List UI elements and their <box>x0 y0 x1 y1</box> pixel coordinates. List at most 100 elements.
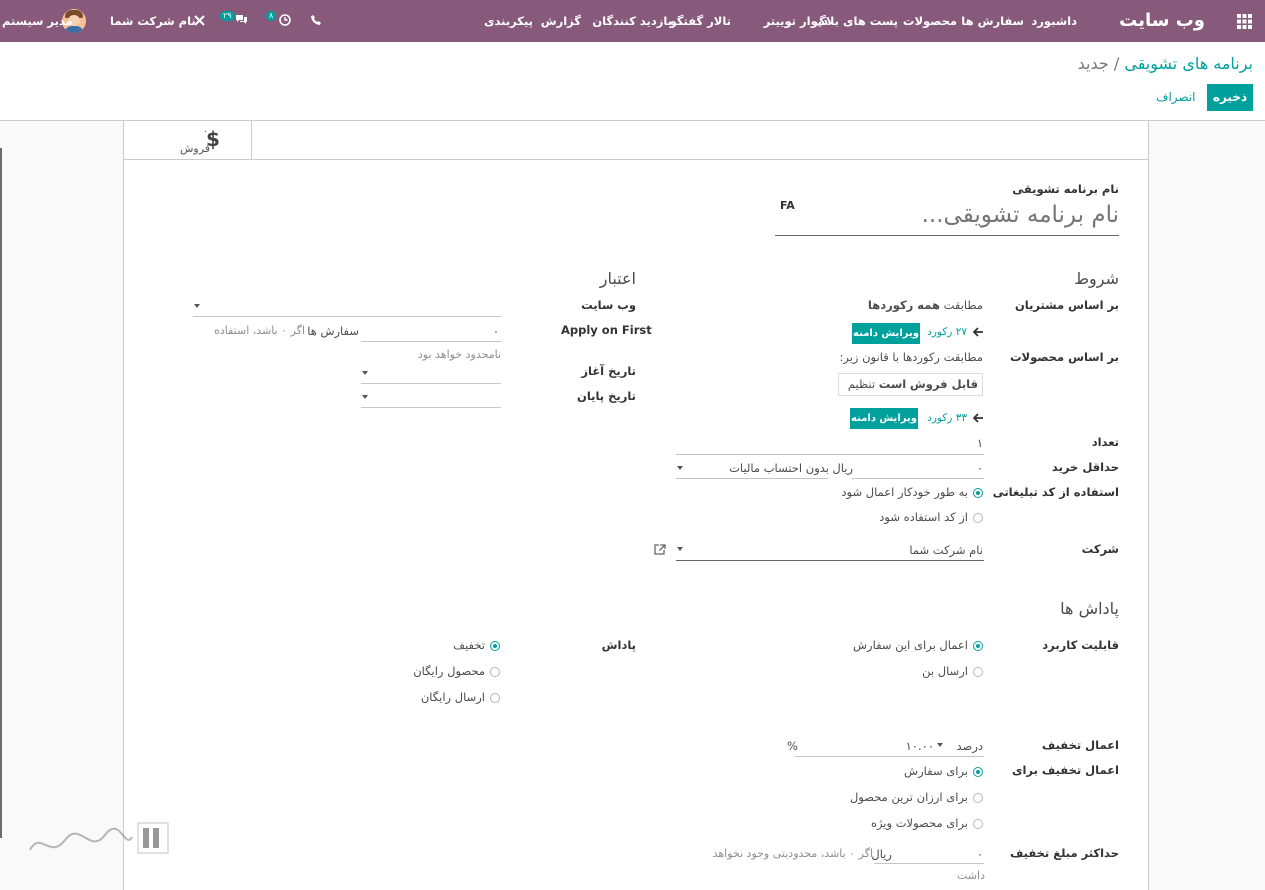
activity-badge: ۸ <box>266 11 277 21</box>
company-switcher[interactable]: نام شرکت شما <box>110 0 196 42</box>
menu-dashboard[interactable]: داشبورد <box>1031 0 1077 42</box>
company-caret <box>677 547 683 551</box>
discount-apply-label: اعمال تخفیف <box>1041 738 1119 752</box>
discount-on-specific-radio[interactable] <box>973 819 983 829</box>
start-date-underline <box>361 383 501 384</box>
reward-free-product-label: محصول رایگان <box>413 664 485 678</box>
products-domain-rule: قابل فروش است تنظیم <box>838 373 983 396</box>
activity-menu[interactable]: ۸ <box>266 0 277 42</box>
button-box-border <box>124 159 1148 160</box>
promo-auto-label: به طور خودکار اعمال شود <box>841 485 968 499</box>
messages-badge: ۲۹ <box>220 11 235 21</box>
products-records-link[interactable]: ۳۳ رکورد <box>927 412 967 424</box>
max-discount-label: حداکثر مبلغ تخفیف <box>1009 846 1119 860</box>
program-name-input[interactable] <box>776 197 1119 233</box>
breadcrumb-current: جدید <box>1077 54 1109 73</box>
promo-auto-radio[interactable] <box>973 488 983 498</box>
start-date-caret[interactable] <box>362 371 368 375</box>
app-brand: وب سایت <box>1119 10 1205 31</box>
discount-on-specific-label: برای محصولات ویژه <box>870 816 968 830</box>
apply-current-order-radio[interactable] <box>973 641 983 651</box>
customers-domain-text: مطابقت همه رکوردها <box>867 298 983 312</box>
discount-underline <box>795 756 984 757</box>
breadcrumb-parent[interactable]: برنامه های تشویقی <box>1124 54 1253 73</box>
program-name-underline <box>775 235 1119 236</box>
website-label: وب سایت <box>581 298 636 312</box>
menu-forum[interactable]: تالار گفتگو <box>670 0 731 42</box>
menu-visitors[interactable]: بازدید کنندگان <box>592 0 672 42</box>
products-label: بر اساس محصولات <box>1010 350 1119 364</box>
company-label: شرکت <box>1081 542 1119 556</box>
end-date-label: تاریخ پایان <box>577 389 636 403</box>
website-caret[interactable] <box>194 304 200 308</box>
arrow-right-icon <box>973 327 983 337</box>
customers-label: بر اساس مشتریان <box>1014 298 1119 312</box>
end-date-caret[interactable] <box>362 395 368 399</box>
start-date-label: تاریخ آغاز <box>581 364 636 378</box>
menu-reporting[interactable]: گزارش <box>541 0 581 42</box>
discount-type-caret <box>937 743 943 747</box>
promo-code-radio[interactable] <box>973 513 983 523</box>
apps-grid-icon[interactable] <box>1237 14 1252 29</box>
program-name-label: نام برنامه تشویقی <box>1012 182 1119 196</box>
customers-records-link[interactable]: ۲۷ رکورد <box>927 326 967 338</box>
end-date-underline <box>361 407 501 408</box>
tax-mode-underline <box>676 478 828 479</box>
reward-label: پاداش <box>601 638 636 652</box>
form-sheet <box>123 121 1149 890</box>
applicability-label: قابلیت کاربرد <box>1042 638 1119 652</box>
clock-icon <box>279 14 291 26</box>
discount-on-order-label: برای سفارش <box>904 764 968 778</box>
reward-discount-label: تخفیف <box>453 638 485 652</box>
discount-on-cheapest-label: برای ارزان ترین محصول <box>849 790 968 804</box>
currency-label: ریال <box>832 461 853 475</box>
apply-first-label: Apply on First <box>561 323 652 337</box>
quantity-underline <box>676 454 984 455</box>
validity-title: اعتبار <box>599 269 636 288</box>
menu-orders[interactable]: سفارش ها <box>961 0 1024 42</box>
discount-value[interactable]: ۱۰.۰۰ <box>906 739 934 753</box>
discard-button[interactable]: انصراف <box>1156 84 1195 111</box>
breadcrumb: برنامه های تشویقی / جدید <box>1078 54 1253 73</box>
reward-free-product-radio[interactable] <box>490 667 500 677</box>
tax-mode-select[interactable]: بدون احتساب مالیات <box>729 461 829 475</box>
menu-twitter-wall[interactable]: دیوار توییتر <box>764 0 828 42</box>
apply-first-value[interactable]: ۰ <box>493 324 499 338</box>
discount-type-select[interactable]: درصد <box>957 739 983 753</box>
company-select[interactable]: نام شرکت شما <box>909 543 983 557</box>
reward-free-shipping-radio[interactable] <box>490 693 500 703</box>
apply-first-unit: سفارش ها <box>307 324 359 338</box>
discount-on-cheapest-radio[interactable] <box>973 793 983 803</box>
discount-on-order-radio[interactable] <box>973 767 983 777</box>
watermark-logo <box>29 822 169 854</box>
comments-icon <box>236 15 247 24</box>
website-underline <box>193 316 501 317</box>
min-purchase-value[interactable]: ۰ <box>977 461 983 475</box>
max-discount-value[interactable]: ۰ <box>977 847 983 861</box>
apply-first-hint: اگر ۰ باشد، استفاده <box>214 324 305 337</box>
menu-configuration[interactable]: پیکربندی <box>484 0 533 42</box>
sales-smart-button[interactable]: $ ۰ فروش <box>124 121 252 160</box>
sales-label: فروش <box>180 142 211 155</box>
reward-free-shipping-label: ارسال رایگان <box>420 690 485 704</box>
messaging-menu[interactable]: ۲۹ <box>220 0 235 42</box>
max-discount-hint: اگر ۰ باشد، محدودیتی وجود نخواهد <box>712 847 873 860</box>
user-menu[interactable]: مدیر سیستم <box>2 0 73 42</box>
top-navbar: وب سایت داشبورد سفارش ها محصولات پست های… <box>0 0 1265 42</box>
phone-icon[interactable] <box>311 15 321 25</box>
apply-first-underline <box>361 341 501 342</box>
external-link-icon[interactable] <box>654 544 666 555</box>
quantity-value[interactable]: ۱ <box>977 436 983 450</box>
left-edge-bar <box>0 148 2 838</box>
menu-products[interactable]: محصولات <box>903 0 957 42</box>
save-button[interactable]: ذخیره <box>1207 84 1253 111</box>
edit-products-domain-button[interactable]: ویرایش دامنه <box>850 408 918 429</box>
max-discount-hint-2: داشت <box>957 869 985 882</box>
apply-current-order-label: اعمال برای این سفارش <box>853 638 968 652</box>
send-coupon-radio[interactable] <box>973 667 983 677</box>
reward-discount-radio[interactable] <box>490 641 500 651</box>
edit-customers-domain-button[interactable]: ویرایش دامنه <box>852 323 920 344</box>
discount-on-label: اعمال تخفیف برای <box>1011 763 1119 777</box>
breadcrumb-separator: / <box>1113 54 1120 73</box>
translate-lang-button[interactable]: FA <box>780 199 795 212</box>
